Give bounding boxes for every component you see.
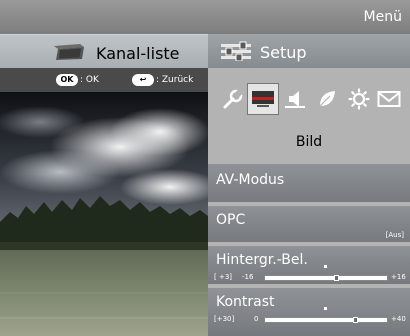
backlight-max-label: +16 bbox=[391, 273, 406, 281]
selected-category-label: Bild bbox=[295, 134, 323, 150]
tab-channel-list[interactable]: Kanal-liste bbox=[0, 34, 208, 68]
ok-button-hint-icon: OK bbox=[56, 74, 78, 86]
contrast-min-label: 0 bbox=[254, 315, 259, 323]
contrast-center-tick bbox=[324, 307, 327, 310]
wrench-icon[interactable] bbox=[218, 84, 248, 114]
contrast-current-value: [+30] bbox=[214, 315, 235, 323]
backlight-current-value: [ +3] bbox=[214, 273, 233, 281]
menu-title: Menü bbox=[363, 9, 402, 25]
menu-item-opc[interactable]: OPC [Aus] bbox=[208, 206, 410, 242]
button-hint-bar: OK : OK ↩ : Zurück bbox=[0, 68, 208, 92]
contrast-slider-knob[interactable] bbox=[353, 317, 358, 323]
tab-setup[interactable]: Setup bbox=[208, 34, 410, 68]
backlight-min-label: -16 bbox=[242, 273, 254, 281]
menu-item-backlight[interactable]: Hintergr.-Bel. [ +3] -16 +16 bbox=[208, 246, 410, 284]
tab-channel-list-label: Kanal-liste bbox=[96, 44, 180, 63]
backlight-label: Hintergr.-Bel. bbox=[216, 252, 308, 268]
envelope-icon[interactable] bbox=[374, 84, 404, 114]
speaker-icon[interactable] bbox=[280, 84, 310, 114]
opc-label: OPC bbox=[216, 212, 246, 228]
opc-value: [Aus] bbox=[385, 231, 404, 239]
leaf-icon[interactable] bbox=[312, 84, 342, 114]
contrast-label: Kontrast bbox=[216, 294, 275, 310]
back-hint-text: : Zurück bbox=[156, 75, 194, 85]
picture-preview bbox=[0, 92, 208, 336]
backlight-center-tick bbox=[324, 265, 327, 268]
sliders-icon bbox=[220, 41, 252, 65]
tab-setup-label: Setup bbox=[260, 43, 307, 62]
menu-item-av-mode[interactable]: AV-Modus bbox=[208, 164, 410, 202]
av-mode-label: AV-Modus bbox=[216, 172, 285, 188]
monitor-icon[interactable] bbox=[247, 83, 279, 115]
sun-icon[interactable] bbox=[344, 84, 374, 114]
tv-menu-screen: Menü Kanal-liste Setup OK : OK ↩: Zurüc… bbox=[0, 0, 410, 336]
ok-hint-text: : OK bbox=[80, 75, 99, 85]
contrast-slider[interactable] bbox=[264, 317, 388, 323]
backlight-slider-knob[interactable] bbox=[334, 275, 339, 281]
menu-header: Menü bbox=[0, 0, 410, 34]
back-button-hint-icon: ↩ bbox=[132, 74, 154, 86]
tv-screen-icon bbox=[52, 43, 86, 65]
contrast-max-label: +40 bbox=[391, 315, 406, 323]
backlight-slider[interactable] bbox=[264, 275, 388, 281]
category-icon-row bbox=[208, 83, 410, 116]
menu-item-contrast[interactable]: Kontrast [+30] 0 +40 bbox=[208, 288, 410, 336]
setup-panel: Bild AV-Modus OPC [Aus] Hintergr.-Bel. [… bbox=[208, 68, 410, 336]
